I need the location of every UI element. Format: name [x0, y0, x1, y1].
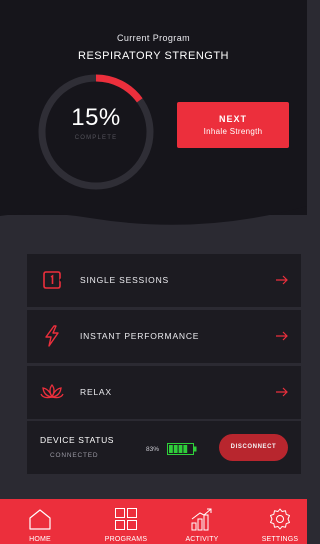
header-wave	[0, 196, 307, 225]
relax-item[interactable]: RELAX	[27, 366, 301, 419]
chart-icon	[191, 508, 212, 531]
progress-ring	[38, 74, 154, 190]
progress-complete-label: COMPLETE	[74, 135, 118, 141]
relax-label: RELAX	[80, 387, 112, 397]
grid-icon	[115, 508, 137, 530]
device-connection-status: CONNECTED	[50, 452, 99, 459]
device-status-panel: DEVICE STATUS CONNECTED 83% DISCONNECT	[27, 421, 301, 474]
nav-activity[interactable]: ACTIVITY	[164, 499, 240, 544]
nav-home[interactable]: HOME	[2, 499, 78, 544]
lightning-icon	[45, 325, 59, 347]
nav-home-label: HOME	[29, 536, 51, 543]
nav-programs-label: PROGRAMS	[104, 536, 148, 543]
disconnect-button[interactable]: DISCONNECT	[219, 434, 288, 461]
battery-cell	[183, 445, 188, 453]
nav-settings-label: SETTINGS	[261, 536, 299, 543]
nav-activity-label: ACTIVITY	[185, 536, 219, 543]
single-sessions-item[interactable]: SINGLE SESSIONS	[27, 254, 301, 307]
battery-level	[169, 445, 192, 453]
arrow-right-icon	[276, 331, 288, 341]
next-button-label: NEXT	[218, 114, 247, 124]
current-program-label: Current Program	[116, 33, 191, 43]
next-session-button[interactable]: NEXT Inhale Strength	[177, 102, 289, 148]
lotus-icon	[40, 383, 64, 399]
device-status-title: DEVICE STATUS	[40, 435, 115, 445]
next-button-subtitle: Inhale Strength	[203, 127, 263, 136]
battery-icon	[167, 443, 197, 455]
progress-percent: 15%	[71, 104, 121, 131]
program-title: RESPIRATORY STRENGTH	[78, 50, 229, 62]
single-session-icon	[43, 271, 63, 289]
battery-cell	[169, 445, 173, 453]
single-sessions-label: SINGLE SESSIONS	[80, 275, 169, 285]
instant-performance-item[interactable]: INSTANT PERFORMANCE	[27, 310, 301, 363]
arrow-right-icon	[276, 275, 288, 285]
instant-performance-label: INSTANT PERFORMANCE	[80, 331, 200, 341]
nav-settings[interactable]: SETTINGS	[242, 499, 318, 544]
home-icon	[29, 509, 51, 530]
battery-cell	[178, 445, 183, 453]
battery-cell	[188, 445, 192, 453]
nav-programs[interactable]: PROGRAMS	[88, 499, 164, 544]
arrow-right-icon	[276, 387, 288, 397]
battery-cell	[173, 445, 178, 453]
bottom-nav: HOME PROGRAMS ACTIVITY SETTINGS	[0, 499, 307, 544]
battery-percent: 83%	[146, 446, 160, 453]
gear-icon	[270, 508, 290, 530]
